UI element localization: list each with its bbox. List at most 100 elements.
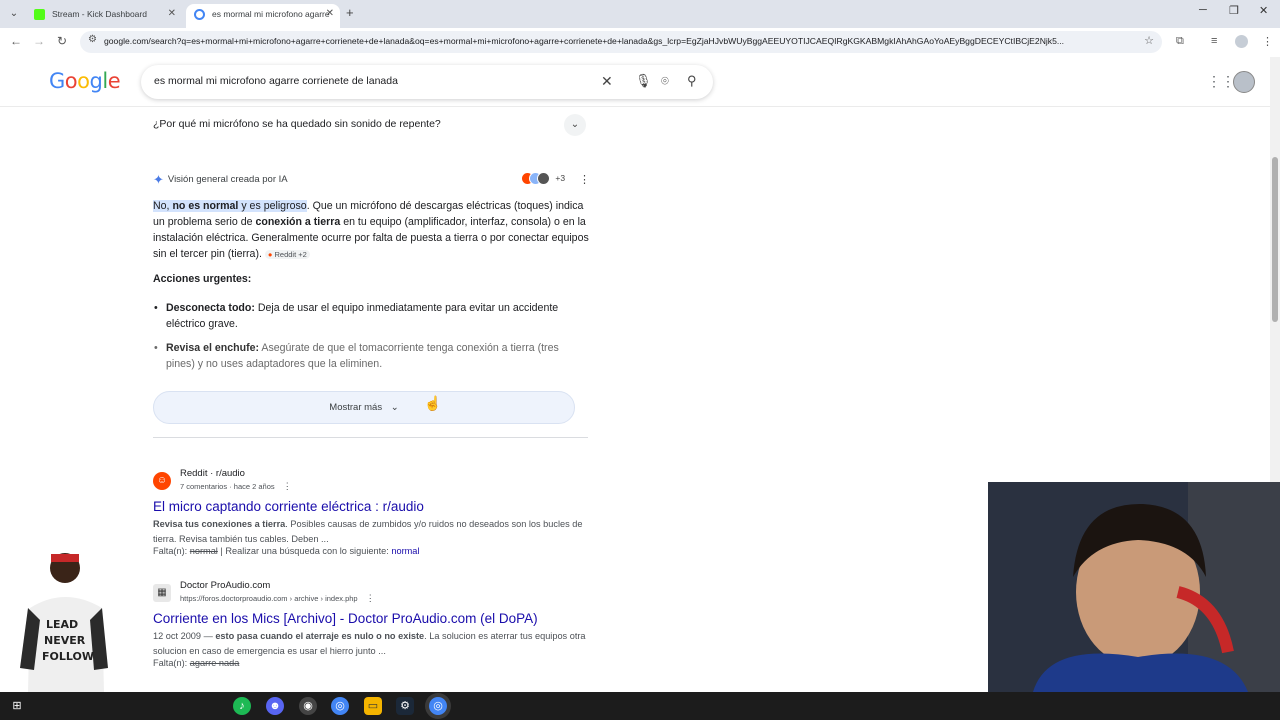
list-item: Desconecta todo: Deja de usar el equipo … (154, 300, 576, 332)
bullet-bold: Desconecta todo: (166, 302, 255, 314)
tab-google-search[interactable]: es mormal mi microfono agarre ✕ (186, 4, 340, 28)
tab-kick-dashboard[interactable]: Stream - Kick Dashboard ✕ (26, 4, 182, 28)
search-with-link[interactable]: normal (391, 546, 419, 556)
ai-overview-header: ✦ Visión general creada por IA (153, 172, 288, 188)
tab-label: es mormal mi microfono agarre (212, 9, 330, 19)
search-result: ☺ Reddit · r/audio 7 comentarios · hace … (153, 468, 593, 563)
google-favicon-icon (194, 9, 205, 20)
svg-text:NEVER: NEVER (44, 634, 86, 647)
new-tab-icon[interactable]: + (346, 5, 354, 20)
show-more-label: Mostrar más (329, 402, 383, 413)
answer-text: No, (153, 200, 173, 212)
snippet-date: 12 oct 2009 — (153, 631, 216, 641)
missing-label: Falta(n): (153, 658, 190, 668)
google-logo[interactable]: Google (49, 69, 121, 93)
mouse-cursor: ☝ (424, 395, 442, 411)
result-site[interactable]: Reddit · r/audio (180, 468, 245, 479)
citation-chip[interactable]: ● Reddit +2 (264, 250, 310, 259)
chevron-down-icon[interactable]: ⌄ (564, 114, 586, 136)
more-options-icon[interactable]: ⋮ (283, 481, 292, 491)
account-avatar[interactable] (1233, 71, 1255, 93)
missing-label: Falta(n): (153, 546, 190, 556)
result-meta-text: 7 comentarios · hace 2 años (180, 482, 275, 491)
spotify-icon[interactable]: ♪ (233, 697, 251, 715)
answer-bold: conexión a tierra (255, 216, 341, 228)
windows-taskbar: ⊞ ♪ ☻ ◉ ◎ ▭ ⚙ ◎ (0, 692, 1280, 720)
lens-camera-icon[interactable]: ⌾ (661, 73, 669, 89)
windows-start-icon[interactable]: ⊞ (8, 697, 26, 715)
forward-icon[interactable]: → (33, 34, 45, 48)
reload-icon[interactable]: ↻ (57, 34, 67, 48)
close-tab-icon[interactable]: ✕ (326, 4, 334, 24)
result-meta: 7 comentarios · hace 2 años ⋮ (180, 481, 292, 492)
chrome-icon[interactable]: ◎ (331, 697, 349, 715)
clear-search-icon[interactable]: ✕ (601, 73, 613, 90)
microphone-icon[interactable]: 🎙 (635, 73, 652, 89)
site-info-icon[interactable]: ⚙ (88, 34, 97, 45)
bullet-bold: Revisa el enchufe: (166, 342, 260, 354)
discord-icon[interactable]: ☻ (266, 697, 284, 715)
url-text[interactable]: google.com/search?q=es+mormal+mi+microfo… (104, 36, 1134, 46)
google-header: Google es mormal mi microfono agarre cor… (0, 57, 1270, 107)
file-explorer-icon[interactable]: ▭ (364, 697, 382, 715)
scrollbar-thumb[interactable] (1272, 157, 1278, 322)
related-question[interactable]: ¿Por qué mi micrófono se ha quedado sin … (153, 118, 441, 130)
answer-bold: no es normal (172, 200, 239, 212)
ai-overview-label: Visión general creada por IA (167, 174, 288, 185)
svg-text:LEAD: LEAD (46, 618, 78, 631)
webcam-overlay (988, 482, 1280, 692)
result-snippet: Revisa tus conexiones a tierra. Posibles… (153, 517, 588, 547)
actions-heading: Acciones urgentes: (153, 273, 252, 285)
search-box[interactable]: es mormal mi microfono agarre corrienete… (141, 65, 713, 99)
address-bar[interactable]: ⚙ google.com/search?q=es+mormal+mi+micro… (80, 31, 1162, 53)
svg-text:FOLLOW: FOLLOW (42, 650, 94, 663)
steam-icon[interactable]: ⚙ (396, 697, 414, 715)
more-options-icon[interactable]: ⋮ (366, 593, 375, 603)
stream-overlay-character: LEAD NEVER FOLLOW (20, 553, 108, 692)
browser-toolbar: ← → ↻ ⚙ google.com/search?q=es+mormal+mi… (0, 28, 1280, 56)
minimize-icon[interactable]: ─ (1199, 4, 1207, 16)
citation-label: Reddit +2 (274, 250, 307, 259)
missing-word: normal (189, 546, 218, 556)
answer-text: y es peligroso (238, 200, 307, 212)
tab-strip: ⌄ Stream - Kick Dashboard ✕ es mormal mi… (0, 0, 1280, 28)
reddit-icon: ● (267, 250, 273, 259)
result-meta: https://foros.doctorproaudio.com › archi… (180, 593, 375, 604)
kick-favicon-icon (34, 9, 45, 20)
search-result: ▦ Doctor ProAudio.com https://foros.doct… (153, 580, 593, 675)
reddit-favicon-icon: ☺ (153, 472, 171, 490)
webcam-person (988, 482, 1280, 692)
menu-kebab-icon[interactable]: ⋮ (1262, 35, 1273, 48)
ai-overview-text: No, no es normal y es peligroso. Que un … (153, 198, 589, 263)
tab-search-icon[interactable]: ⌄ (6, 6, 22, 22)
snippet-bold: esto pasa cuando el aterraje es nulo o n… (215, 631, 425, 641)
chrome-active-icon[interactable]: ◎ (429, 697, 447, 715)
missing-word: agarre nada (189, 658, 240, 668)
close-tab-icon[interactable]: ✕ (168, 4, 176, 24)
media-icon[interactable]: ≡ (1211, 35, 1217, 47)
search-input[interactable]: es mormal mi microfono agarre corrienete… (154, 75, 398, 87)
chevron-down-icon: ⌄ (390, 402, 399, 413)
divider (153, 437, 588, 438)
back-icon[interactable]: ← (10, 34, 22, 48)
result-title-link[interactable]: Corriente en los Mics [Archivo] - Doctor… (153, 611, 538, 626)
search-icon[interactable]: ⚲ (687, 73, 697, 89)
result-title-link[interactable]: El micro captando corriente eléctrica : … (153, 499, 424, 514)
ai-sources[interactable]: +3 (521, 172, 565, 185)
obs-icon[interactable]: ◉ (299, 697, 317, 715)
result-snippet: 12 oct 2009 — esto pasa cuando el aterra… (153, 629, 588, 659)
doctorproaudio-favicon-icon: ▦ (153, 584, 171, 602)
profile-icon[interactable] (1235, 35, 1248, 48)
bookmark-star-icon[interactable]: ☆ (1144, 34, 1154, 47)
result-site[interactable]: Doctor ProAudio.com (180, 580, 270, 591)
missing-sep: | Realizar una búsqueda con lo siguiente… (217, 546, 392, 556)
more-options-icon[interactable]: ⋮ (579, 173, 590, 186)
restore-icon[interactable]: ❐ (1229, 4, 1239, 17)
missing-terms: Falta(n): agarre nada (153, 658, 239, 668)
extensions-icon[interactable]: ⧉ (1176, 35, 1184, 48)
show-more-button[interactable]: Mostrar más ⌄ (153, 391, 575, 424)
close-window-icon[interactable]: ✕ (1259, 4, 1268, 17)
missing-terms: Falta(n): normal | Realizar una búsqueda… (153, 546, 419, 556)
result-meta-text: https://foros.doctorproaudio.com › archi… (180, 594, 358, 603)
snippet-bold: Revisa tus conexiones a tierra (153, 519, 286, 529)
